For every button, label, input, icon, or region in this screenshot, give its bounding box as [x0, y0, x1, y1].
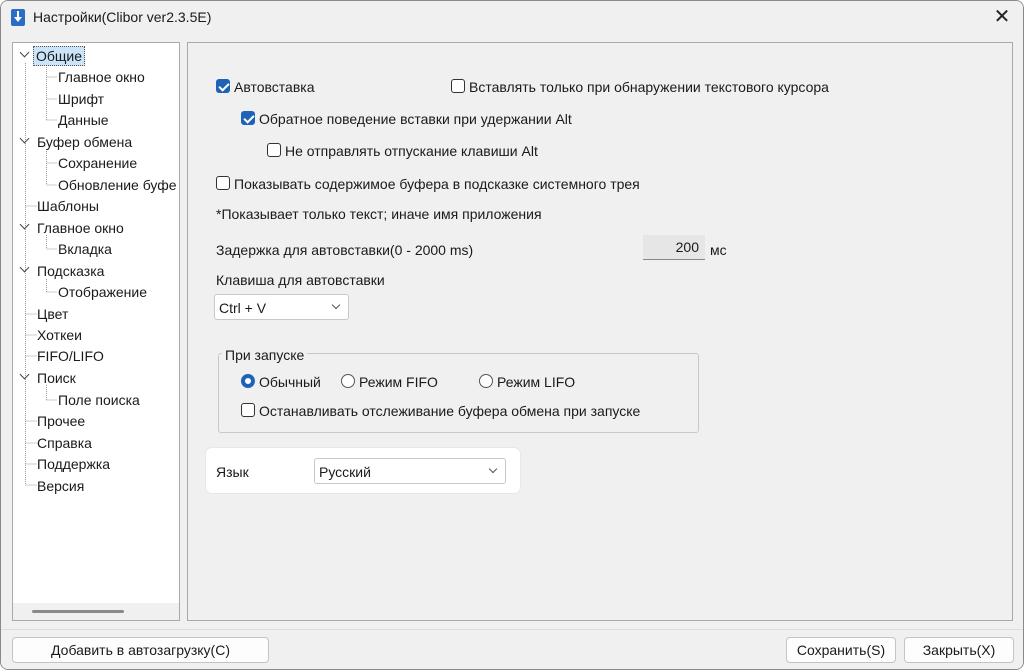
expand-chevron-icon[interactable] — [20, 135, 30, 145]
save-button[interactable]: Сохранить(S) — [786, 637, 896, 663]
language-value: Русский — [319, 464, 371, 480]
reverse-alt-checkbox[interactable] — [241, 111, 255, 125]
general-settings-panel: Автовставка Вставлять только при обнаруж… — [187, 42, 1013, 621]
scrollbar-thumb[interactable] — [32, 610, 124, 613]
chevron-down-icon — [488, 464, 498, 474]
tree-item-font[interactable]: Шрифт — [58, 90, 104, 108]
tree-item-support[interactable]: Поддержка — [37, 455, 110, 473]
tray-tooltip-label[interactable]: Показывать содержимое буфера в подсказке… — [234, 176, 640, 192]
tree-item-version[interactable]: Версия — [37, 477, 84, 495]
paste-key-value: Ctrl + V — [219, 300, 267, 316]
no-alt-release-checkbox[interactable] — [267, 143, 281, 157]
expand-chevron-icon[interactable] — [20, 371, 30, 381]
tree-item-general[interactable]: Общие — [33, 46, 86, 66]
mode-lifo-radio[interactable] — [479, 374, 493, 388]
expand-chevron-icon[interactable] — [20, 49, 30, 59]
reverse-alt-label[interactable]: Обратное поведение вставки при удержании… — [259, 111, 572, 127]
tree-item-saving[interactable]: Сохранение — [58, 154, 137, 172]
tree-item-help[interactable]: Справка — [37, 434, 92, 452]
tree-item-templates[interactable]: Шаблоны — [37, 197, 99, 215]
language-label: Язык — [216, 464, 249, 480]
stop-monitoring-checkbox[interactable] — [241, 403, 255, 417]
tree-item-main-window[interactable]: Главное окно — [58, 68, 145, 86]
chevron-down-icon — [331, 300, 341, 310]
tray-note-text: *Показывает только текст; иначе имя прил… — [216, 206, 542, 222]
close-window-icon[interactable]: ✕ — [989, 4, 1015, 30]
clibor-app-icon — [11, 9, 25, 26]
tree-item-clipboard[interactable]: Буфер обмена — [37, 133, 132, 151]
delay-unit: мс — [710, 242, 727, 258]
tree-item-fifo-lifo[interactable]: FIFO/LIFO — [37, 347, 104, 365]
startup-group-title: При запуске — [222, 347, 308, 363]
tray-tooltip-checkbox[interactable] — [216, 176, 230, 190]
tree-item-tooltip[interactable]: Подсказка — [37, 262, 104, 280]
paste-only-cursor-label[interactable]: Вставлять только при обнаружении текстов… — [469, 79, 829, 95]
window-title: Настройки(Clibor ver2.3.5E) — [33, 9, 212, 25]
paste-only-cursor-checkbox[interactable] — [451, 79, 465, 93]
tree-item-other[interactable]: Прочее — [37, 412, 85, 430]
title-bar: Настройки(Clibor ver2.3.5E) ✕ — [1, 1, 1023, 34]
tree-item-clipboard-update[interactable]: Обновление буфе — [58, 176, 177, 194]
settings-tree[interactable]: Общие Главное окно Шрифт Данные Буфер об… — [12, 42, 180, 621]
button-bar: Добавить в автозагрузку(C) Сохранить(S) … — [1, 629, 1023, 669]
tree-item-data[interactable]: Данные — [58, 111, 109, 129]
tree-horizontal-scrollbar[interactable] — [13, 603, 179, 620]
tree-item-hotkeys[interactable]: Хоткеи — [37, 326, 82, 344]
settings-window: Настройки(Clibor ver2.3.5E) ✕ Общие Глав… — [0, 0, 1024, 670]
startup-groupbox — [218, 353, 699, 433]
tree-item-color[interactable]: Цвет — [37, 305, 68, 323]
autopaste-label[interactable]: Автовставка — [234, 79, 315, 95]
close-button[interactable]: Закрыть(X) — [904, 637, 1014, 663]
expand-chevron-icon[interactable] — [20, 221, 30, 231]
mode-normal-label[interactable]: Обычный — [259, 374, 321, 390]
mode-normal-radio[interactable] — [241, 374, 255, 388]
mode-fifo-label[interactable]: Режим FIFO — [359, 374, 438, 390]
paste-key-dropdown[interactable]: Ctrl + V — [214, 294, 349, 320]
stop-monitoring-label[interactable]: Останавливать отслеживание буфера обмена… — [259, 403, 640, 419]
paste-key-label: Клавиша для автовставки — [216, 272, 385, 288]
mode-lifo-label[interactable]: Режим LIFO — [497, 374, 575, 390]
tree-item-main-window-section[interactable]: Главное окно — [37, 219, 124, 237]
delay-label: Задержка для автовставки(0 - 2000 ms) — [216, 242, 474, 258]
tree-item-search[interactable]: Поиск — [37, 369, 76, 387]
delay-input[interactable]: 200 — [643, 235, 705, 260]
no-alt-release-label[interactable]: Не отправлять отпускание клавиши Alt — [285, 143, 538, 159]
tree-item-display[interactable]: Отображение — [58, 283, 147, 301]
language-highlight-card: Язык Русский — [206, 448, 520, 493]
add-autostart-button[interactable]: Добавить в автозагрузку(C) — [12, 637, 269, 663]
tree-item-search-field[interactable]: Поле поиска — [58, 391, 140, 409]
language-dropdown[interactable]: Русский — [314, 458, 506, 484]
expand-chevron-icon[interactable] — [20, 264, 30, 274]
autopaste-checkbox[interactable] — [216, 79, 230, 93]
tree-item-tab[interactable]: Вкладка — [58, 240, 112, 258]
mode-fifo-radio[interactable] — [341, 374, 355, 388]
